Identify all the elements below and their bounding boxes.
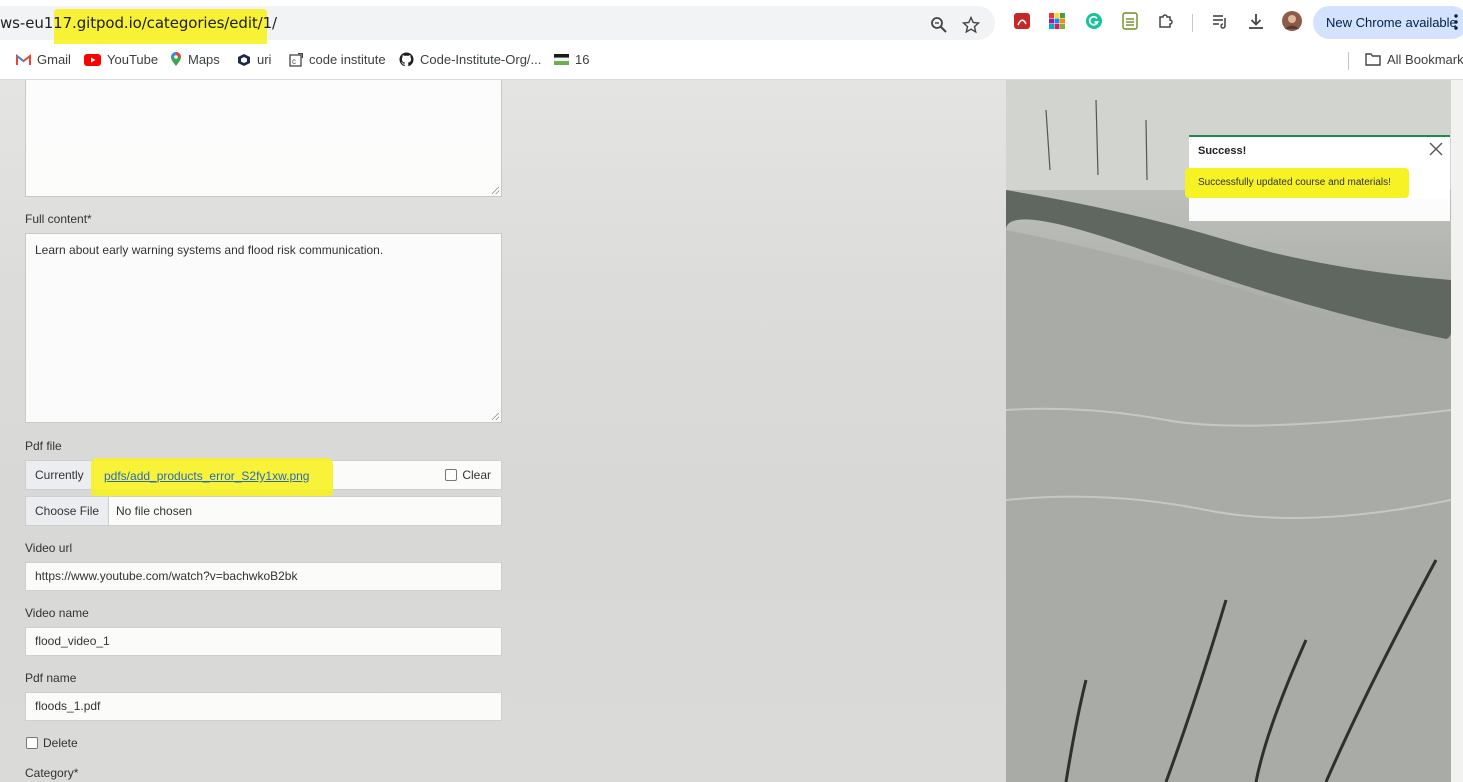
media-queue-icon[interactable] — [1211, 12, 1229, 30]
resize-handle-icon[interactable] — [492, 187, 499, 194]
bookmark-label: code institute — [309, 52, 386, 67]
youtube-icon — [84, 53, 101, 66]
folder-icon — [1365, 53, 1381, 66]
new-chrome-available-button[interactable]: New Chrome available — [1313, 6, 1463, 39]
delete-label: Delete — [43, 736, 78, 750]
toolbar-separator — [1192, 14, 1193, 32]
pdf-name-label: Pdf name — [25, 671, 77, 685]
delete-checkbox-icon[interactable] — [26, 736, 38, 749]
extensions-puzzle-icon[interactable] — [1157, 12, 1175, 30]
pdf-file-input[interactable]: Choose File No file chosen — [25, 496, 502, 526]
bookmark-star-icon[interactable] — [962, 16, 980, 34]
profile-avatar-icon[interactable] — [1282, 11, 1302, 31]
category-label: Category* — [25, 766, 79, 780]
grammarly-icon[interactable] — [1085, 12, 1103, 30]
all-bookmarks-button[interactable]: All Bookmarks — [1365, 44, 1463, 78]
bookmark-github[interactable]: Code-Institute-Org/... — [399, 44, 541, 78]
full-content-label: Full content* — [25, 212, 92, 226]
bookmark-maps[interactable]: Maps — [170, 44, 220, 78]
choose-file-button[interactable]: Choose File — [26, 497, 110, 525]
no-file-text: No file chosen — [116, 504, 193, 518]
github-icon — [399, 52, 414, 67]
gmail-icon — [16, 53, 31, 65]
bookmark-label: Code-Institute-Org/... — [420, 52, 542, 67]
currently-label: Currently — [26, 461, 94, 489]
url-text[interactable]: ws-eu117.gitpod.io/categories/edit/1/ — [0, 14, 277, 32]
current-pdf-link[interactable]: pdfs/add_products_error_S2fy1xw.png — [104, 469, 309, 483]
bookmark-code-institute[interactable]: c code institute — [289, 44, 386, 78]
resize-handle-icon[interactable] — [492, 413, 499, 420]
toast-body: Successfully updated course and material… — [1185, 165, 1450, 199]
full-content-textarea[interactable]: Learn about early warning systems and fl… — [25, 233, 502, 423]
cube-icon — [238, 53, 250, 66]
pdf-file-label: Pdf file — [25, 439, 62, 453]
bookmark-gmail[interactable]: Gmail — [16, 44, 71, 78]
delete-checkbox[interactable]: Delete — [26, 736, 78, 750]
video-url-input[interactable]: https://www.youtube.com/watch?v=bachwkoB… — [25, 562, 502, 591]
bookmark-label: Maps — [188, 52, 220, 67]
code-institute-icon: c — [289, 52, 303, 67]
browser-toolbar: ws-eu117.gitpod.io/categories/edit/1/ Ne… — [0, 0, 1463, 47]
acrobat-icon[interactable] — [1013, 12, 1031, 30]
success-toast: Success! Successfully updated course and… — [1185, 135, 1450, 221]
sheets-extension-icon[interactable] — [1121, 12, 1139, 30]
address-bar[interactable]: ws-eu117.gitpod.io/categories/edit/1/ — [0, 6, 995, 47]
video-name-label: Video name — [25, 606, 89, 620]
chrome-menu-icon[interactable] — [1452, 13, 1460, 31]
flag-icon — [554, 54, 569, 66]
bookmarks-separator — [1348, 52, 1349, 70]
description-textarea[interactable] — [25, 80, 502, 197]
svg-text:c: c — [292, 57, 296, 66]
toast-title: Success! — [1198, 145, 1247, 157]
download-icon[interactable] — [1247, 12, 1265, 30]
color-palette-icon[interactable] — [1048, 12, 1066, 30]
bookmark-youtube[interactable]: YouTube — [84, 44, 158, 78]
toast-header: Success! — [1189, 137, 1450, 166]
clear-checkbox[interactable]: Clear — [445, 468, 491, 482]
bookmark-16[interactable]: 16 — [554, 44, 589, 78]
bookmark-label: YouTube — [107, 52, 159, 67]
bookmark-label: uri — [257, 52, 272, 67]
maps-icon — [171, 52, 181, 67]
bookmark-label: Gmail — [37, 52, 71, 67]
zoom-icon[interactable] — [930, 16, 948, 34]
bookmark-uri[interactable]: uri — [237, 44, 271, 78]
close-icon[interactable] — [1428, 140, 1444, 158]
page-content: Full content* Learn about early warning … — [0, 80, 1463, 782]
video-name-input[interactable]: flood_video_1 — [25, 627, 502, 656]
full-content-value: Learn about early warning systems and fl… — [35, 243, 384, 257]
clear-label: Clear — [462, 468, 491, 482]
video-url-label: Video url — [25, 541, 73, 555]
bookmark-label: 16 — [575, 52, 590, 67]
all-bookmarks-label: All Bookmarks — [1387, 52, 1463, 67]
new-chrome-label: New Chrome available — [1326, 15, 1457, 30]
pdf-name-input[interactable]: floods_1.pdf — [25, 692, 502, 721]
toast-message: Successfully updated course and material… — [1198, 177, 1391, 188]
current-pdf-group: Currently pdfs/add_products_error_S2fy1x… — [25, 458, 502, 498]
clear-checkbox-icon[interactable] — [445, 468, 458, 481]
page-edge — [1451, 80, 1463, 782]
bookmarks-bar: Gmail YouTube Maps uri c code institute C… — [0, 44, 1463, 80]
